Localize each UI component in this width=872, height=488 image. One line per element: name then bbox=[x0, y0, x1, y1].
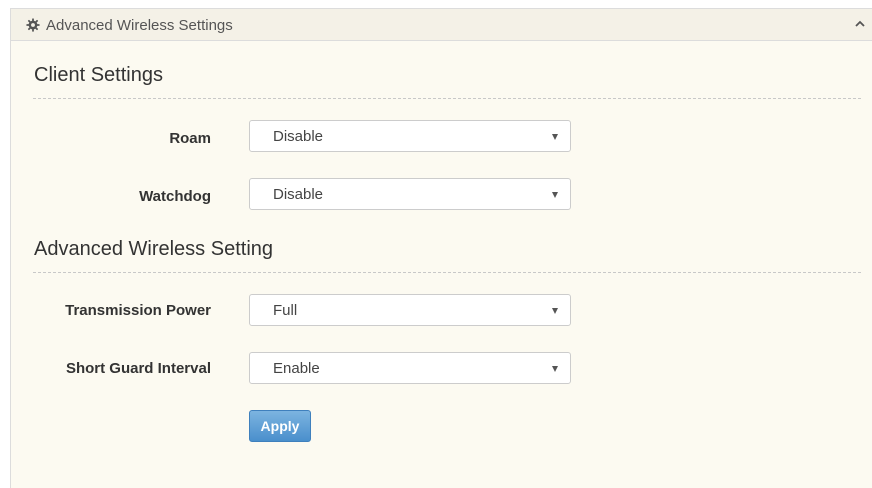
short-guard-interval-select[interactable]: Enable bbox=[249, 352, 571, 384]
dropdown-arrow-icon bbox=[552, 366, 558, 372]
chevron-up-icon[interactable] bbox=[854, 19, 866, 29]
short-guard-interval-select-value: Enable bbox=[273, 360, 320, 377]
transmission-power-label: Transmission Power bbox=[65, 302, 211, 319]
section-divider bbox=[33, 272, 861, 273]
client-settings-heading: Client Settings bbox=[34, 64, 163, 86]
roam-select[interactable]: Disable bbox=[249, 120, 571, 152]
advanced-wireless-settings-panel: Advanced Wireless Settings Client Settin… bbox=[10, 8, 872, 488]
roam-label: Roam bbox=[169, 130, 211, 147]
dropdown-arrow-icon bbox=[552, 308, 558, 314]
apply-button[interactable]: Apply bbox=[249, 410, 311, 442]
transmission-power-select[interactable]: Full bbox=[249, 294, 571, 326]
gear-icon bbox=[26, 18, 40, 32]
watchdog-label: Watchdog bbox=[139, 188, 211, 205]
transmission-power-select-value: Full bbox=[273, 302, 298, 319]
panel-title: Advanced Wireless Settings bbox=[46, 17, 233, 34]
section-divider bbox=[33, 98, 861, 99]
watchdog-select[interactable]: Disable bbox=[249, 178, 571, 210]
dropdown-arrow-icon bbox=[552, 192, 558, 198]
advanced-wireless-setting-heading: Advanced Wireless Setting bbox=[34, 238, 274, 260]
short-guard-interval-label: Short Guard Interval bbox=[65, 360, 211, 377]
panel-header[interactable]: Advanced Wireless Settings bbox=[11, 9, 872, 41]
dropdown-arrow-icon bbox=[552, 134, 558, 140]
roam-select-value: Disable bbox=[273, 128, 324, 145]
watchdog-select-value: Disable bbox=[273, 186, 324, 203]
